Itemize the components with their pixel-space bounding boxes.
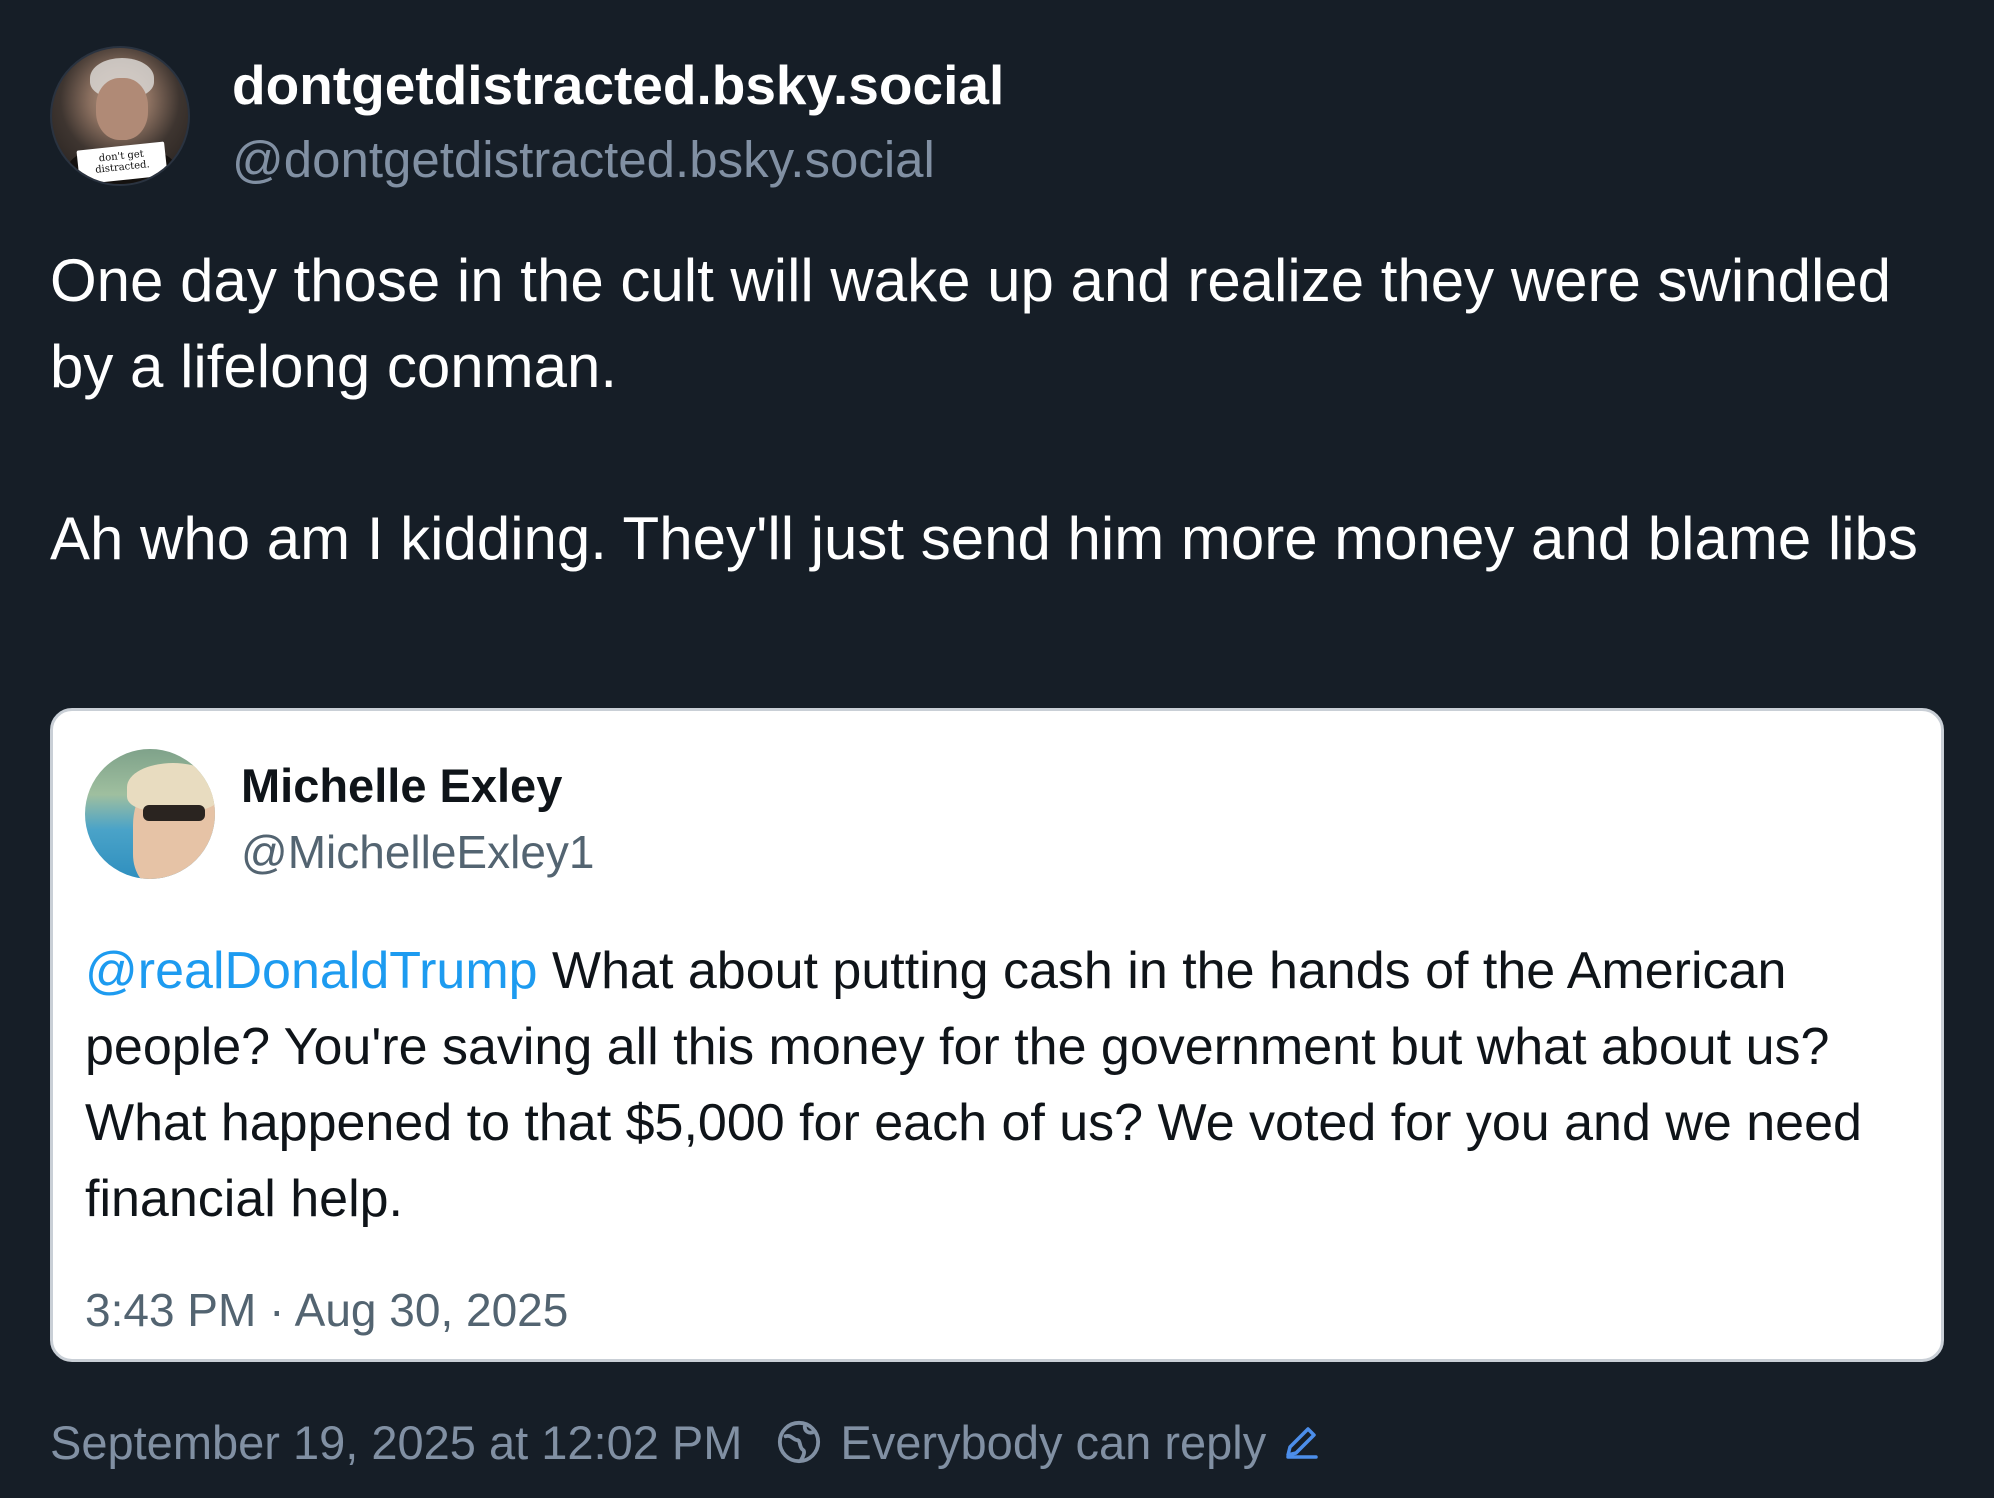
embed-text: @realDonaldTrump What about putting cash… [85,933,1925,1237]
embed-avatar-hair [127,763,215,811]
avatar-face [96,78,148,140]
embed-timestamp: 3:43 PM · Aug 30, 2025 [85,1284,569,1336]
embed-mention: @realDonaldTrump [85,942,538,1000]
author-avatar[interactable]: don't get distracted. [50,46,190,186]
embed-handle: @MichelleExley1 [241,826,595,878]
post-paragraph: One day those in the cult will wake up a… [50,247,1892,400]
author-handle[interactable]: @dontgetdistracted.bsky.social [232,128,935,192]
post-timestamp[interactable]: September 19, 2025 at 12:02 PM [50,1415,742,1470]
pencil-icon[interactable] [1280,1421,1322,1463]
post-card: don't get distracted. dontgetdistracted.… [0,0,1994,1498]
post-text: One day those in the cult will wake up a… [50,238,1950,582]
post-footer: September 19, 2025 at 12:02 PM Everybody… [50,1410,1322,1474]
embed-avatar [85,749,215,879]
globe-icon [778,1420,821,1464]
author-display-name[interactable]: dontgetdistracted.bsky.social [232,52,1004,118]
reply-setting[interactable]: Everybody can reply [840,1415,1266,1470]
post-paragraph: Ah who am I kidding. They'll just send h… [50,505,1918,572]
embed-avatar-sunglasses [143,805,205,821]
embed-display-name: Michelle Exley [241,759,563,812]
embedded-image-quote[interactable]: Michelle Exley @MichelleExley1 @realDona… [50,708,1944,1362]
